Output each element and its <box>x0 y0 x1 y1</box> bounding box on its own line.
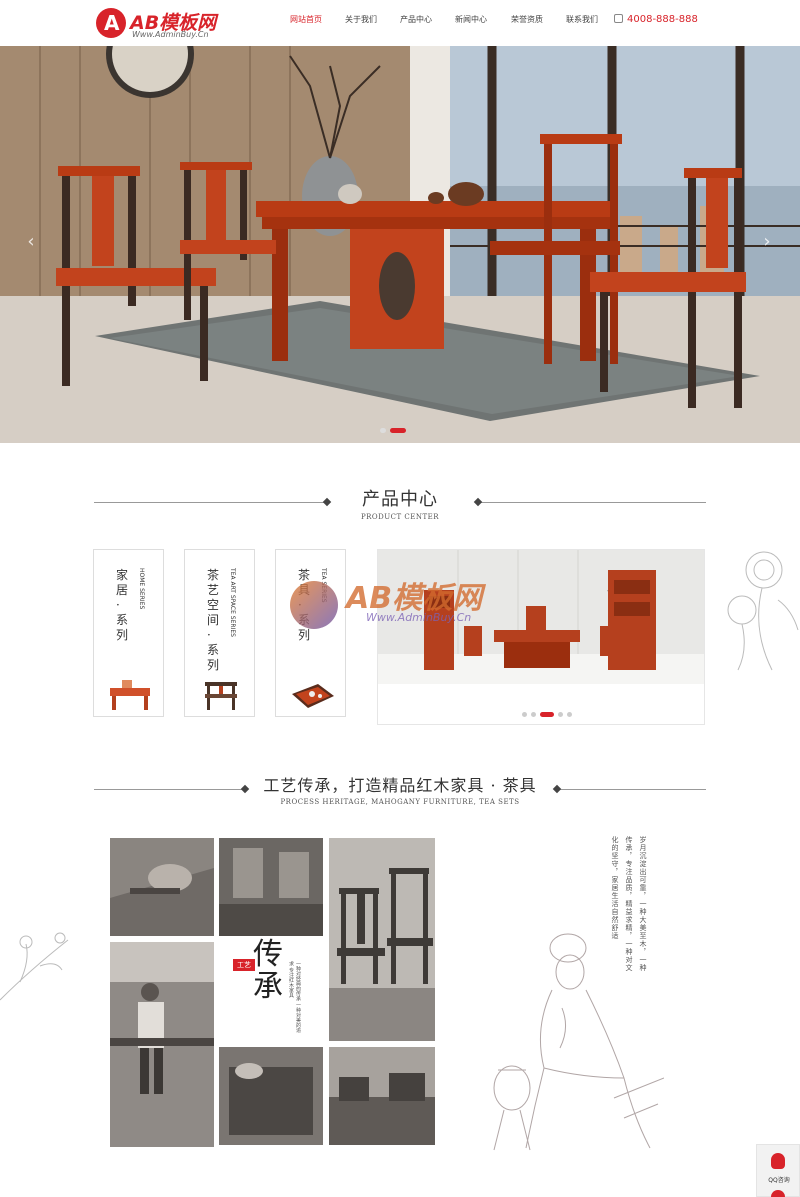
nav-about[interactable]: 关于我们 <box>345 14 377 25</box>
nav-honors[interactable]: 荣誉资质 <box>511 14 543 25</box>
slider-dot-5[interactable] <box>567 712 572 717</box>
tea-tray-thumbnail <box>292 684 334 708</box>
qq-consult-button[interactable]: QQ咨询 <box>756 1144 800 1197</box>
series-card-home[interactable]: 家居·系列 HOME SERIES <box>93 549 164 717</box>
divider-line-left <box>94 502 324 503</box>
watermark-url: Www.AdminBuy.Cn <box>366 611 472 624</box>
desk-thumbnail <box>110 680 150 710</box>
craft-photo-hands <box>110 838 214 936</box>
lady-tea-line-art <box>493 933 664 1151</box>
section-subtitle: PRODUCT CENTER <box>360 513 440 521</box>
craft-photo-chairs <box>329 838 435 1041</box>
chevron-left-icon: ‹ <box>27 231 35 252</box>
nav-contact[interactable]: 联系我们 <box>566 14 598 25</box>
nav-news[interactable]: 新闻中心 <box>455 14 487 25</box>
hero-scene-illustration <box>0 46 800 443</box>
nav-products[interactable]: 产品中心 <box>400 14 432 25</box>
series-card-tea-space[interactable]: 茶艺空间·系列 TEA ART SPACE SERIES <box>184 549 255 717</box>
qq-penguin-icon <box>771 1153 785 1169</box>
series-subtitle: TEA ART SPACE SERIES <box>229 568 236 637</box>
scroll-top-icon <box>771 1190 785 1197</box>
craft-photo-workshop <box>329 1047 435 1145</box>
qq-label: QQ咨询 <box>768 1177 790 1184</box>
craft-photo-worker <box>110 942 214 1147</box>
section-subtitle: PROCESS HERITAGE, MAHOGANY FURNITURE, TE… <box>280 798 520 806</box>
logo-badge-icon <box>96 8 126 38</box>
hero-next-button[interactable]: › <box>760 232 774 252</box>
hero-prev-button[interactable]: ‹ <box>24 232 38 252</box>
slider-dot-2[interactable] <box>531 712 536 717</box>
craft-stamp: 工艺 <box>233 959 255 971</box>
site-watermark: AB模板网 Www.AdminBuy.Cn <box>290 563 500 633</box>
logo-url: Www.AdminBuy.Cn <box>132 30 209 39</box>
divider-line-right <box>478 502 706 503</box>
watermark-logo-icon <box>290 581 338 629</box>
site-logo[interactable]: AB模板网 Www.AdminBuy.Cn <box>96 6 226 40</box>
phone-text: 4008-888-888 <box>627 14 698 25</box>
craft-big-title: 传承 <box>253 937 283 1004</box>
site-header: AB模板网 Www.AdminBuy.Cn 网站首页 关于我们 产品中心 新闻中… <box>0 0 800 46</box>
slider-dot-3[interactable] <box>540 712 554 717</box>
slider-dot-4[interactable] <box>558 712 563 717</box>
phone-icon <box>614 14 623 23</box>
craft-heritage-text: 工艺 传承 一种对经典的传承 一种对美的追求 专注红木家具 <box>217 937 329 1045</box>
craft-photo-machine <box>219 838 323 936</box>
phone-number: 4008-888-888 <box>614 14 698 25</box>
chair-thumbnail <box>205 682 237 710</box>
series-title: 家居·系列 <box>116 568 129 642</box>
craft-photo-polish <box>219 1047 323 1145</box>
nav-home[interactable]: 网站首页 <box>290 14 322 25</box>
section-title: 产品中心 <box>362 489 438 510</box>
slider-dot-1[interactable] <box>522 712 527 717</box>
divider-line-left <box>94 789 242 790</box>
hero-dot-2[interactable] <box>390 428 406 433</box>
series-title: 茶艺空间·系列 <box>207 568 220 672</box>
section-title: 工艺传承，打造精品红木家具 · 茶具 <box>263 776 537 795</box>
branch-line-art <box>0 932 69 1001</box>
chevron-right-icon: › <box>763 231 771 252</box>
peony-line-art <box>727 551 799 671</box>
hero-dot-1[interactable] <box>380 428 386 433</box>
product-center-heading: 产品中心 PRODUCT CENTER <box>94 485 706 521</box>
series-subtitle: HOME SERIES <box>138 568 145 610</box>
craft-heading: 工艺传承，打造精品红木家具 · 茶具 PROCESS HERITAGE, MAH… <box>94 772 706 806</box>
hero-banner[interactable]: ‹ › <box>0 46 800 443</box>
craft-small-text: 一种对经典的传承 一种对美的追求 专注红木家具 <box>288 961 301 1033</box>
divider-line-right <box>560 789 706 790</box>
